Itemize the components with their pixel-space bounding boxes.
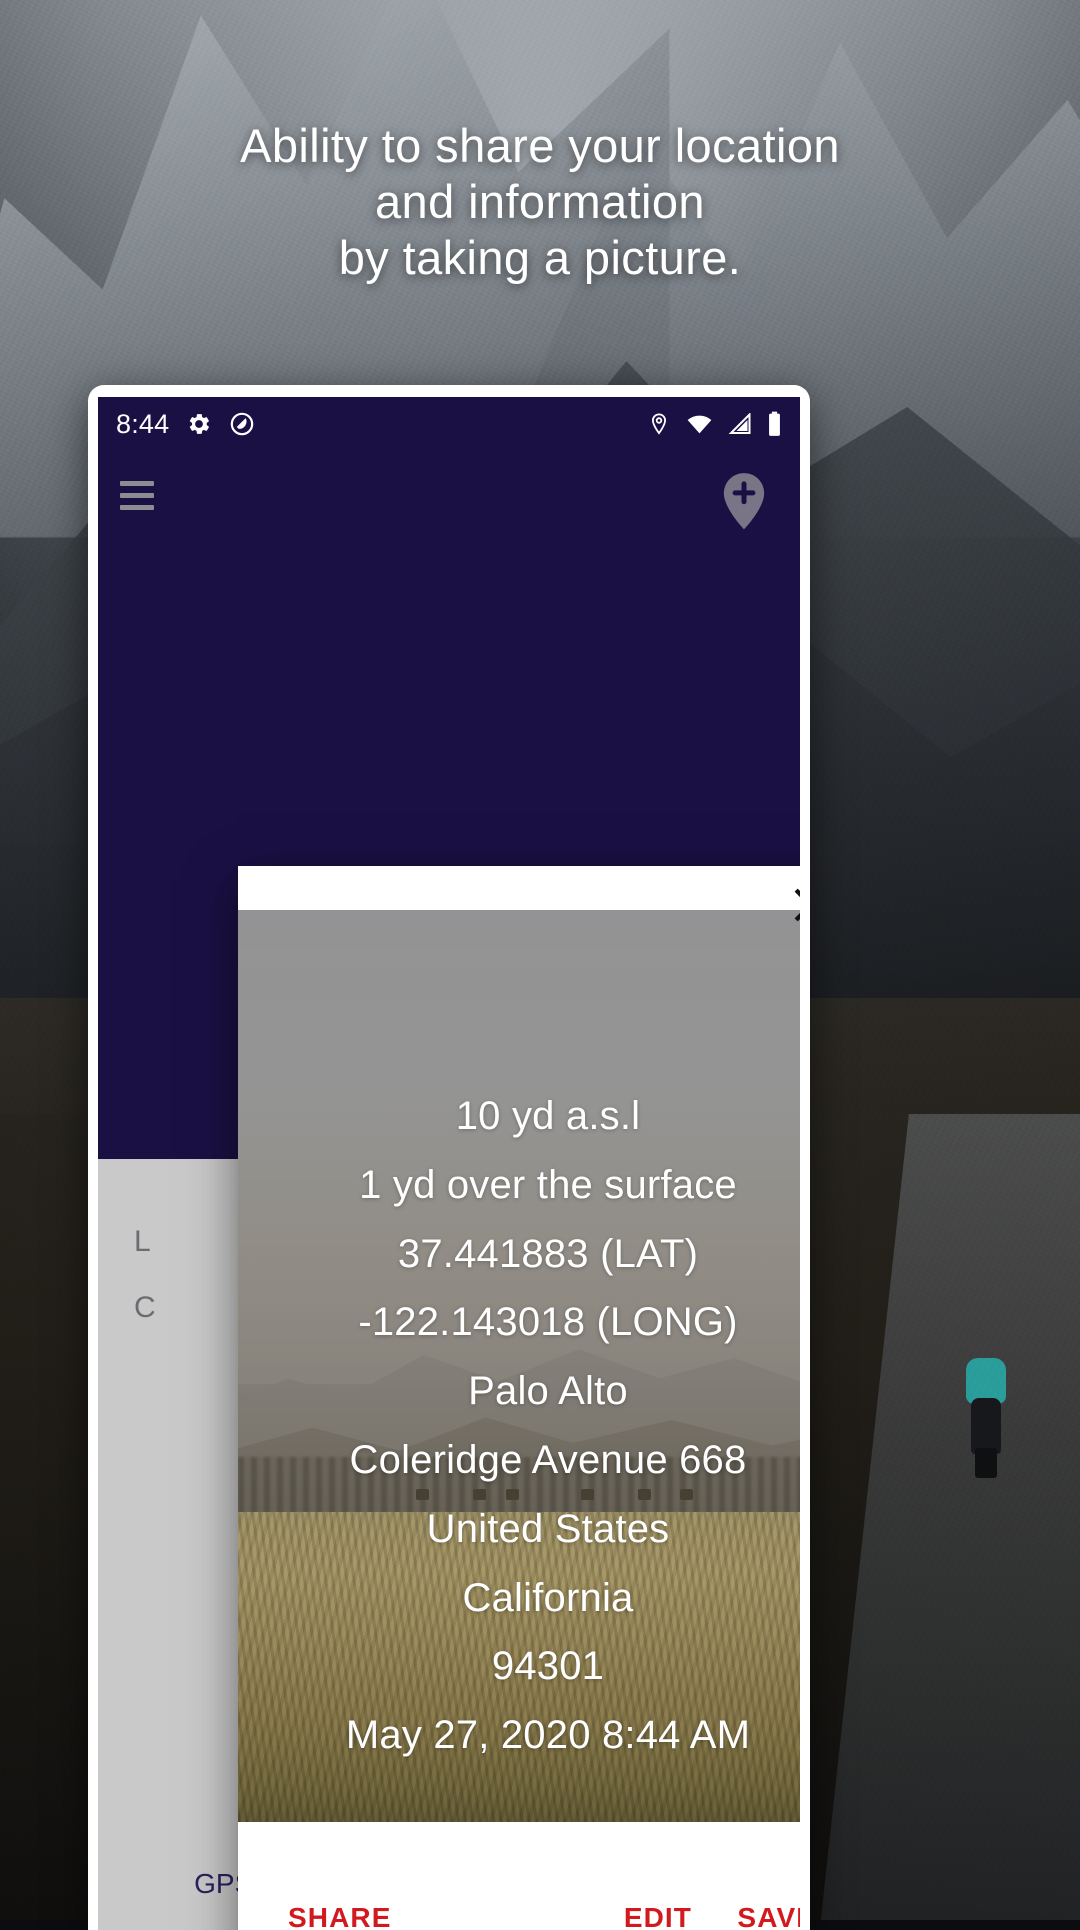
location-line-street: Coleridge Avenue 668 [350,1426,747,1495]
captured-photo: 10 yd a.s.l 1 yd over the surface 37.441… [238,910,800,1822]
location-line-country: United States [427,1495,670,1564]
headline-line-3: by taking a picture. [60,230,1020,286]
hamburger-menu-icon[interactable] [120,481,154,510]
save-button[interactable]: SAVE [731,1894,800,1930]
gear-icon [186,411,212,437]
wifi-icon [686,413,713,435]
location-line-city: Palo Alto [468,1357,628,1426]
location-line-longitude: -122.143018 (LONG) [358,1288,737,1357]
status-bar: 8:44 [98,397,800,451]
location-info-dialog: 10 yd a.s.l 1 yd over the surface 37.441… [238,866,800,1930]
headline-line-1: Ability to share your location [60,118,1020,174]
location-line-postal-code: 94301 [492,1632,604,1701]
dialog-action-bar: SHARE EDIT SAVE [238,1822,800,1930]
app-bar [98,451,800,539]
edit-button[interactable]: EDIT [618,1894,698,1930]
battery-icon [767,411,782,437]
status-bar-clock: 8:44 [116,409,169,440]
location-info-overlay: 10 yd a.s.l 1 yd over the surface 37.441… [238,910,800,1822]
location-pin-icon [647,411,671,437]
signal-icon [728,413,752,435]
location-line-state: California [463,1564,634,1633]
headline-line-2: and information [60,174,1020,230]
dialog-header [238,866,800,910]
status-bar-right [647,411,782,437]
add-location-pin-icon[interactable] [712,469,776,533]
sheet-text-line-2: C [134,1291,156,1325]
status-bar-left: 8:44 [116,409,255,440]
phone-mockup: 8:44 [88,385,810,1930]
close-icon[interactable] [782,876,800,934]
sheet-text-line-1: L [134,1225,151,1259]
page-headline: Ability to share your location and infor… [0,118,1080,286]
phone-screen: 8:44 [98,397,800,1930]
location-line-timestamp: May 27, 2020 8:44 AM [346,1701,750,1770]
location-line-latitude: 37.441883 (LAT) [398,1220,698,1289]
do-not-disturb-icon [229,411,255,437]
location-line-altitude-asl: 10 yd a.s.l [456,1082,641,1151]
share-button[interactable]: SHARE [282,1894,398,1930]
location-line-above-surface: 1 yd over the surface [359,1151,737,1220]
